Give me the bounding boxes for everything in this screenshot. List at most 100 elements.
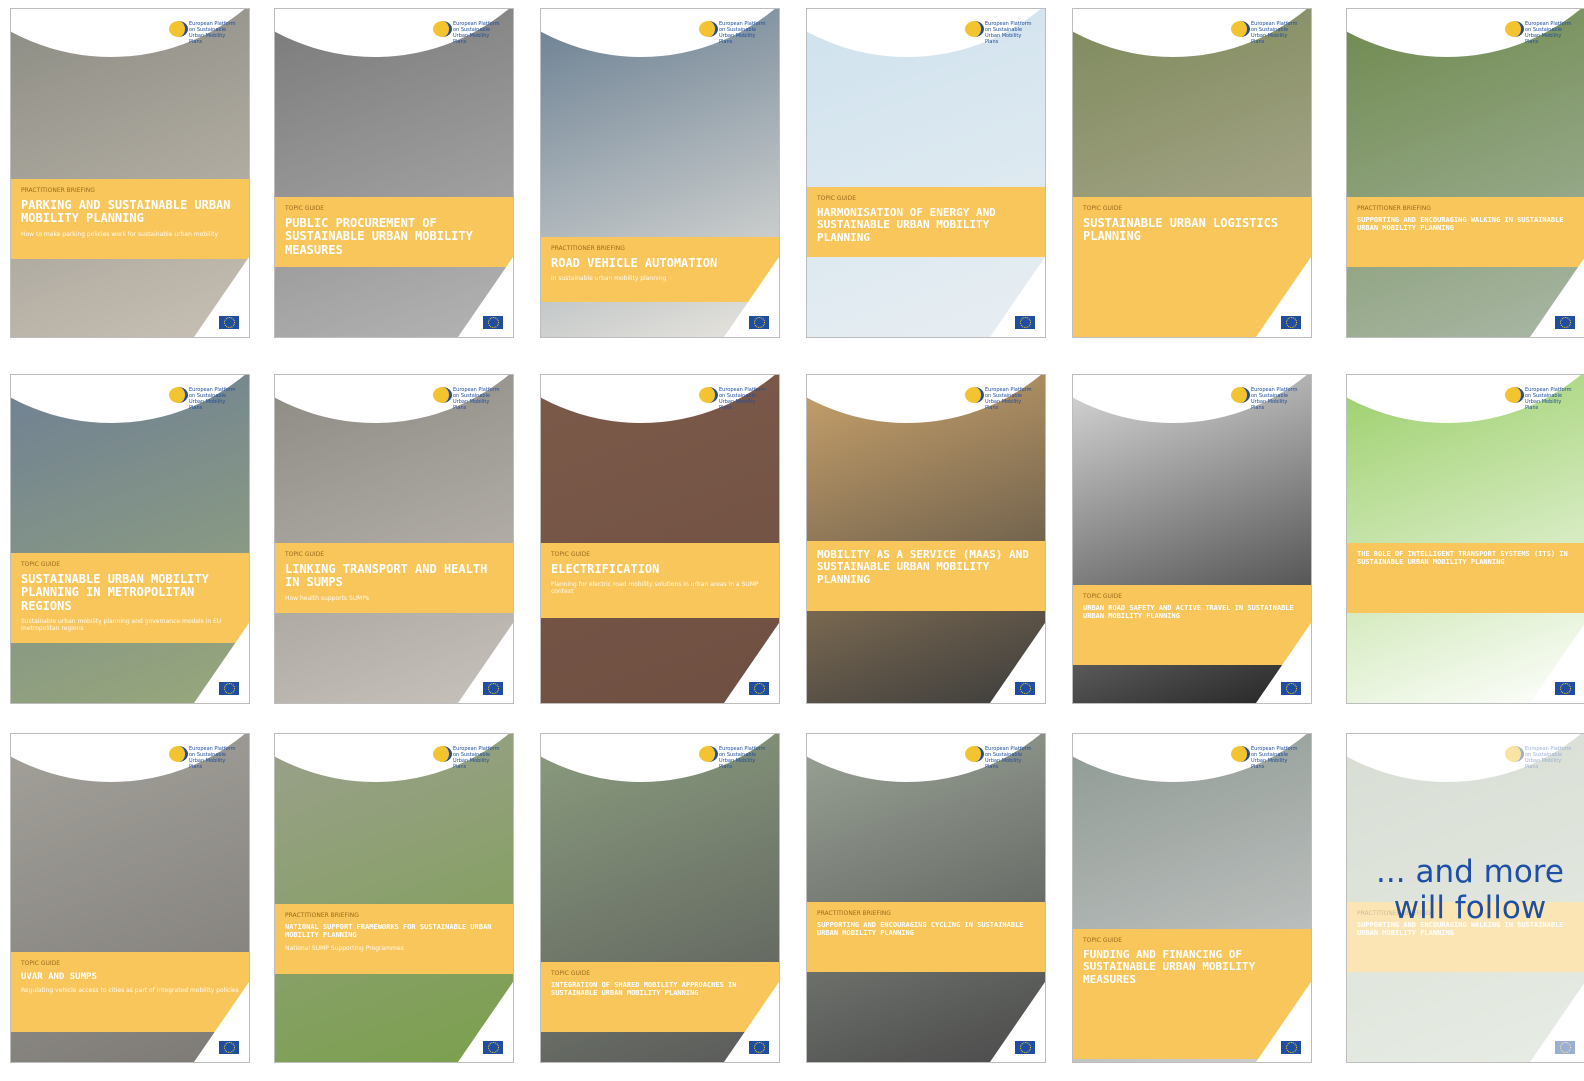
cover-kicker: Practitioner Briefing [817,910,891,917]
guide-cover[interactable]: European Platform on Sustainable Urban M… [806,374,1046,704]
eltis-logo-icon [433,746,452,762]
guide-cover[interactable]: European Platform on Sustainable Urban M… [10,733,250,1063]
eltis-logo: European Platform on Sustainable Urban M… [965,385,1035,411]
eltis-logo-text: European Platform on Sustainable Urban M… [189,746,236,770]
eltis-logo: European Platform on Sustainable Urban M… [169,385,239,411]
cover-kicker: Topic Guide [1083,593,1123,600]
guide-cover[interactable]: European Platform on Sustainable Urban M… [10,8,250,338]
cover-title: SUSTAINABLE URBAN LOGISTICS PLANNING [1083,216,1279,244]
guide-cover[interactable]: European Platform on Sustainable Urban M… [1072,733,1312,1063]
cover-title: MOBILITY AS A SERVICE (MAAS) AND SUSTAIN… [817,548,1029,586]
eltis-logo-icon [433,387,452,403]
eltis-logo: European Platform on Sustainable Urban M… [1505,19,1575,45]
eltis-logo: European Platform on Sustainable Urban M… [699,385,769,411]
eltis-logo-text: European Platform on Sustainable Urban M… [1251,387,1298,411]
eltis-logo-text: European Platform on Sustainable Urban M… [1525,21,1572,45]
eltis-logo-text: European Platform on Sustainable Urban M… [985,746,1032,770]
eu-flag-icon [483,1041,503,1054]
cover-title: SUPPORTING AND ENCOURAGING CYCLING IN SU… [817,921,1024,937]
eltis-logo: European Platform on Sustainable Urban M… [965,744,1035,770]
guide-cover[interactable]: European Platform on Sustainable Urban M… [540,8,780,338]
eltis-logo-text: European Platform on Sustainable Urban M… [719,21,766,45]
eltis-logo-text: European Platform on Sustainable Urban M… [1525,387,1572,411]
eltis-logo-text: European Platform on Sustainable Urban M… [453,746,500,770]
cover-title: UVAR and SUMPs [21,972,97,982]
eltis-logo: European Platform on Sustainable Urban M… [1231,385,1301,411]
eltis-logo-text: European Platform on Sustainable Urban M… [453,21,500,45]
cover-title-band: Topic Guide HARMONISATION OF ENERGY AND S… [807,187,1045,257]
guide-cover[interactable]: European Platform on Sustainable Urban M… [1346,8,1584,338]
eltis-logo-text: European Platform on Sustainable Urban M… [189,387,236,411]
eltis-logo-icon [1231,387,1250,403]
cover-subtitle: How health supports SUMPs [285,594,369,602]
cover-title-band: Topic Guide ELECTRIFICATION Planning for e… [541,543,779,618]
eltis-logo-icon [699,21,718,37]
eltis-logo-text: European Platform on Sustainable Urban M… [1251,746,1298,770]
cover-subtitle: National SUMP Supporting Programmes [285,944,404,952]
cover-title: SUPPORTING AND ENCOURAGING WALKING IN SU… [1357,216,1564,232]
cover-title: ELECTRIFICATION [551,562,660,576]
cover-title: LINKING TRANSPORT AND HEALTH IN SUMPS [285,562,488,590]
cover-kicker: Topic Guide [285,205,325,212]
eltis-logo-text: European Platform on Sustainable Urban M… [985,387,1032,411]
eltis-logo: European Platform on Sustainable Urban M… [1231,744,1301,770]
eltis-logo-text: European Platform on Sustainable Urban M… [719,387,766,411]
more-to-follow-line-2: will follow [1393,889,1547,926]
guide-cover[interactable]: European Platform on Sustainable Urban M… [274,733,514,1063]
cover-title-band: Topic Guide LINKING TRANSPORT AND HEALTH … [275,543,513,613]
guide-cover[interactable]: European Platform on Sustainable Urban M… [806,8,1046,338]
cover-kicker: Topic Guide [551,551,591,558]
eu-flag-icon [219,682,239,695]
cover-kicker: Topic Guide [817,195,857,202]
eltis-logo-icon [699,387,718,403]
guide-cover[interactable]: European Platform on Sustainable Urban M… [274,8,514,338]
guide-cover[interactable]: European Platform on Sustainable Urban M… [274,374,514,704]
cover-title-band: Practitioner Briefing SUPPORTING AND ENCO… [807,902,1045,972]
eltis-logo-icon [699,746,718,762]
eu-flag-icon [483,682,503,695]
eu-flag-icon [1015,316,1035,329]
eltis-logo-icon [1505,21,1524,37]
more-to-follow-line-1: ... and more [1376,854,1564,890]
eu-flag-icon [1555,682,1575,695]
eltis-logo-text: European Platform on Sustainable Urban M… [189,21,236,45]
cover-kicker: Topic Guide [1083,205,1123,212]
cover-kicker: Practitioner Briefing [21,187,95,194]
guide-cover[interactable]: European Platform on Sustainable Urban M… [10,374,250,704]
guide-cover[interactable]: European Platform on Sustainable Urban M… [1072,8,1312,338]
cover-subtitle: Planning for electric road mobility solu… [551,581,759,596]
eltis-logo-icon [433,21,452,37]
eltis-logo: European Platform on Sustainable Urban M… [433,385,503,411]
cover-title-band: MOBILITY AS A SERVICE (MAAS) AND SUSTAIN… [807,541,1045,611]
eltis-logo: European Platform on Sustainable Urban M… [1505,385,1575,411]
eu-flag-icon [1281,1041,1301,1054]
guide-cover[interactable]: European Platform on Sustainable Urban M… [1072,374,1312,704]
eltis-logo-icon [169,746,188,762]
eu-flag-icon [483,316,503,329]
cover-title-band: Practitioner Briefing NATIONAL SUPPORT FR… [275,904,513,974]
guide-cover[interactable]: European Platform on Sustainable Urban M… [540,374,780,704]
cover-kicker: Topic Guide [21,561,61,568]
eltis-logo: European Platform on Sustainable Urban M… [1231,19,1301,45]
eltis-logo-icon [965,21,984,37]
eltis-logo-icon [1231,21,1250,37]
cover-subtitle: How to make parking policies work for su… [21,230,219,238]
guide-cover[interactable]: European Platform on Sustainable Urban M… [540,733,780,1063]
eltis-logo-text: European Platform on Sustainable Urban M… [985,21,1032,45]
guide-cover[interactable]: European Platform on Sustainable Urban M… [1346,374,1584,704]
eltis-logo-text: European Platform on Sustainable Urban M… [453,387,500,411]
eltis-logo: European Platform on Sustainable Urban M… [699,19,769,45]
eltis-logo-icon [1505,387,1524,403]
eltis-logo-text: European Platform on Sustainable Urban M… [1251,21,1298,45]
more-to-follow-note: ... and more will follow [1330,854,1584,926]
eltis-logo-icon [965,387,984,403]
eltis-logo: European Platform on Sustainable Urban M… [433,744,503,770]
eu-flag-icon [1555,316,1575,329]
eltis-logo: European Platform on Sustainable Urban M… [169,744,239,770]
cover-title: FUNDING AND FINANCING OF SUSTAINABLE URB… [1083,948,1256,986]
guide-cover[interactable]: European Platform on Sustainable Urban M… [806,733,1046,1063]
cover-title-band: Practitioner Briefing PARKING AND SUSTAIN… [11,179,249,259]
eu-flag-icon [219,316,239,329]
cover-kicker: Practitioner Briefing [551,245,625,252]
eltis-logo-icon [169,387,188,403]
